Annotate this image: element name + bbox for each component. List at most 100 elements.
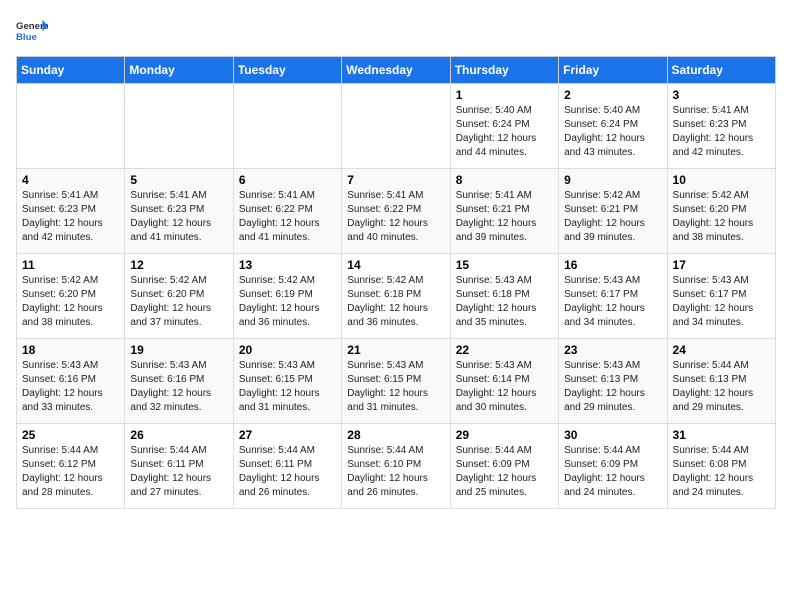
calendar-cell: 2 Sunrise: 5:40 AM Sunset: 6:24 PM Daylig… bbox=[559, 84, 667, 169]
day-info: Sunrise: 5:40 AM Sunset: 6:24 PM Dayligh… bbox=[456, 104, 553, 160]
calendar-cell: 12Sunrise: 5:42 AM Sunset: 6:20 PM Dayli… bbox=[125, 254, 233, 339]
day-info: Sunrise: 5:44 AM Sunset: 6:13 PM Dayligh… bbox=[673, 359, 770, 415]
logo: GeneralBlue bbox=[16, 16, 48, 48]
calendar-cell: 20 Sunrise: 5:43 AM Sunset: 6:15 PM Dayli… bbox=[233, 339, 341, 424]
calendar-cell: 1 Sunrise: 5:40 AM Sunset: 6:24 PM Daylig… bbox=[450, 84, 558, 169]
day-info: Sunrise: 5:44 AM Sunset: 6:09 PM Dayligh… bbox=[456, 444, 553, 500]
day-info: Sunrise: 5:43 AM Sunset: 6:17 PM Dayligh… bbox=[673, 274, 770, 330]
calendar-week-4: 18 Sunrise: 5:43 AM Sunset: 6:16 PM Dayli… bbox=[17, 339, 776, 424]
day-number: 30 bbox=[564, 428, 661, 442]
calendar-week-2: 4 Sunrise: 5:41 AM Sunset: 6:23 PM Daylig… bbox=[17, 169, 776, 254]
header-friday: Friday bbox=[559, 57, 667, 84]
calendar-week-1: 1 Sunrise: 5:40 AM Sunset: 6:24 PM Daylig… bbox=[17, 84, 776, 169]
day-number: 25 bbox=[22, 428, 119, 442]
day-number: 1 bbox=[456, 88, 553, 102]
calendar-cell: 18Sunrise: 5:43 AM Sunset: 6:16 PM Dayli… bbox=[17, 339, 125, 424]
day-info: Sunrise: 5:42 AM Sunset: 6:18 PM Dayligh… bbox=[347, 274, 444, 330]
day-info: Sunrise: 5:41 AM Sunset: 6:22 PM Dayligh… bbox=[239, 189, 336, 245]
day-number: 11 bbox=[22, 258, 119, 272]
day-number: 28 bbox=[347, 428, 444, 442]
calendar-cell: 22 Sunrise: 5:43 AM Sunset: 6:14 PM Dayli… bbox=[450, 339, 558, 424]
calendar-cell: 17 Sunrise: 5:43 AM Sunset: 6:17 PM Dayli… bbox=[667, 254, 775, 339]
day-info: Sunrise: 5:44 AM Sunset: 6:08 PM Dayligh… bbox=[673, 444, 770, 500]
day-info: Sunrise: 5:44 AM Sunset: 6:12 PM Dayligh… bbox=[22, 444, 119, 500]
day-number: 14 bbox=[347, 258, 444, 272]
calendar-cell: 28 Sunrise: 5:44 AM Sunset: 6:10 PM Dayli… bbox=[342, 424, 450, 509]
day-number: 21 bbox=[347, 343, 444, 357]
calendar-cell bbox=[17, 84, 125, 169]
day-info: Sunrise: 5:43 AM Sunset: 6:17 PM Dayligh… bbox=[564, 274, 661, 330]
day-number: 17 bbox=[673, 258, 770, 272]
day-info: Sunrise: 5:43 AM Sunset: 6:18 PM Dayligh… bbox=[456, 274, 553, 330]
calendar-cell: 3 Sunrise: 5:41 AM Sunset: 6:23 PM Daylig… bbox=[667, 84, 775, 169]
day-number: 9 bbox=[564, 173, 661, 187]
day-number: 5 bbox=[130, 173, 227, 187]
day-number: 4 bbox=[22, 173, 119, 187]
day-number: 29 bbox=[456, 428, 553, 442]
day-number: 22 bbox=[456, 343, 553, 357]
day-number: 6 bbox=[239, 173, 336, 187]
calendar-cell: 13 Sunrise: 5:42 AM Sunset: 6:19 PM Dayli… bbox=[233, 254, 341, 339]
day-info: Sunrise: 5:41 AM Sunset: 6:22 PM Dayligh… bbox=[347, 189, 444, 245]
day-number: 13 bbox=[239, 258, 336, 272]
day-info: Sunrise: 5:42 AM Sunset: 6:20 PM Dayligh… bbox=[22, 274, 119, 330]
calendar-cell: 7 Sunrise: 5:41 AM Sunset: 6:22 PM Daylig… bbox=[342, 169, 450, 254]
day-info: Sunrise: 5:42 AM Sunset: 6:19 PM Dayligh… bbox=[239, 274, 336, 330]
calendar-cell: 10Sunrise: 5:42 AM Sunset: 6:20 PM Dayli… bbox=[667, 169, 775, 254]
day-info: Sunrise: 5:42 AM Sunset: 6:20 PM Dayligh… bbox=[673, 189, 770, 245]
calendar-cell: 5Sunrise: 5:41 AM Sunset: 6:23 PM Daylig… bbox=[125, 169, 233, 254]
calendar-week-3: 11 Sunrise: 5:42 AM Sunset: 6:20 PM Dayli… bbox=[17, 254, 776, 339]
calendar-week-5: 25 Sunrise: 5:44 AM Sunset: 6:12 PM Dayli… bbox=[17, 424, 776, 509]
logo-icon: GeneralBlue bbox=[16, 16, 48, 48]
header-sunday: Sunday bbox=[17, 57, 125, 84]
day-info: Sunrise: 5:44 AM Sunset: 6:09 PM Dayligh… bbox=[564, 444, 661, 500]
calendar-cell: 11 Sunrise: 5:42 AM Sunset: 6:20 PM Dayli… bbox=[17, 254, 125, 339]
day-info: Sunrise: 5:40 AM Sunset: 6:24 PM Dayligh… bbox=[564, 104, 661, 160]
header-tuesday: Tuesday bbox=[233, 57, 341, 84]
day-number: 19 bbox=[130, 343, 227, 357]
day-number: 27 bbox=[239, 428, 336, 442]
day-info: Sunrise: 5:43 AM Sunset: 6:15 PM Dayligh… bbox=[239, 359, 336, 415]
calendar-cell: 25 Sunrise: 5:44 AM Sunset: 6:12 PM Dayli… bbox=[17, 424, 125, 509]
calendar-cell bbox=[125, 84, 233, 169]
calendar-cell: 8 Sunrise: 5:41 AM Sunset: 6:21 PM Daylig… bbox=[450, 169, 558, 254]
day-number: 23 bbox=[564, 343, 661, 357]
day-info: Sunrise: 5:43 AM Sunset: 6:16 PM Dayligh… bbox=[130, 359, 227, 415]
calendar-cell: 26Sunrise: 5:44 AM Sunset: 6:11 PM Dayli… bbox=[125, 424, 233, 509]
header-thursday: Thursday bbox=[450, 57, 558, 84]
header-monday: Monday bbox=[125, 57, 233, 84]
day-info: Sunrise: 5:44 AM Sunset: 6:10 PM Dayligh… bbox=[347, 444, 444, 500]
calendar-cell: 6 Sunrise: 5:41 AM Sunset: 6:22 PM Daylig… bbox=[233, 169, 341, 254]
day-info: Sunrise: 5:43 AM Sunset: 6:15 PM Dayligh… bbox=[347, 359, 444, 415]
day-info: Sunrise: 5:41 AM Sunset: 6:21 PM Dayligh… bbox=[456, 189, 553, 245]
calendar-cell: 30 Sunrise: 5:44 AM Sunset: 6:09 PM Dayli… bbox=[559, 424, 667, 509]
calendar-cell bbox=[342, 84, 450, 169]
day-number: 31 bbox=[673, 428, 770, 442]
day-number: 15 bbox=[456, 258, 553, 272]
day-number: 26 bbox=[130, 428, 227, 442]
calendar-cell: 16Sunrise: 5:43 AM Sunset: 6:17 PM Dayli… bbox=[559, 254, 667, 339]
calendar-cell: 4 Sunrise: 5:41 AM Sunset: 6:23 PM Daylig… bbox=[17, 169, 125, 254]
day-info: Sunrise: 5:42 AM Sunset: 6:21 PM Dayligh… bbox=[564, 189, 661, 245]
header-saturday: Saturday bbox=[667, 57, 775, 84]
day-number: 20 bbox=[239, 343, 336, 357]
calendar-cell: 24 Sunrise: 5:44 AM Sunset: 6:13 PM Dayli… bbox=[667, 339, 775, 424]
day-info: Sunrise: 5:41 AM Sunset: 6:23 PM Dayligh… bbox=[22, 189, 119, 245]
calendar-cell: 14 Sunrise: 5:42 AM Sunset: 6:18 PM Dayli… bbox=[342, 254, 450, 339]
calendar-cell: 27Sunrise: 5:44 AM Sunset: 6:11 PM Dayli… bbox=[233, 424, 341, 509]
day-number: 24 bbox=[673, 343, 770, 357]
page-header: GeneralBlue bbox=[16, 16, 776, 48]
calendar-cell: 29 Sunrise: 5:44 AM Sunset: 6:09 PM Dayli… bbox=[450, 424, 558, 509]
day-info: Sunrise: 5:43 AM Sunset: 6:14 PM Dayligh… bbox=[456, 359, 553, 415]
calendar-table: SundayMondayTuesdayWednesdayThursdayFrid… bbox=[16, 56, 776, 509]
calendar-cell: 15 Sunrise: 5:43 AM Sunset: 6:18 PM Dayli… bbox=[450, 254, 558, 339]
day-info: Sunrise: 5:41 AM Sunset: 6:23 PM Dayligh… bbox=[673, 104, 770, 160]
header-wednesday: Wednesday bbox=[342, 57, 450, 84]
day-number: 2 bbox=[564, 88, 661, 102]
day-number: 8 bbox=[456, 173, 553, 187]
calendar-cell bbox=[233, 84, 341, 169]
day-number: 3 bbox=[673, 88, 770, 102]
day-number: 18 bbox=[22, 343, 119, 357]
day-info: Sunrise: 5:42 AM Sunset: 6:20 PM Dayligh… bbox=[130, 274, 227, 330]
day-number: 7 bbox=[347, 173, 444, 187]
